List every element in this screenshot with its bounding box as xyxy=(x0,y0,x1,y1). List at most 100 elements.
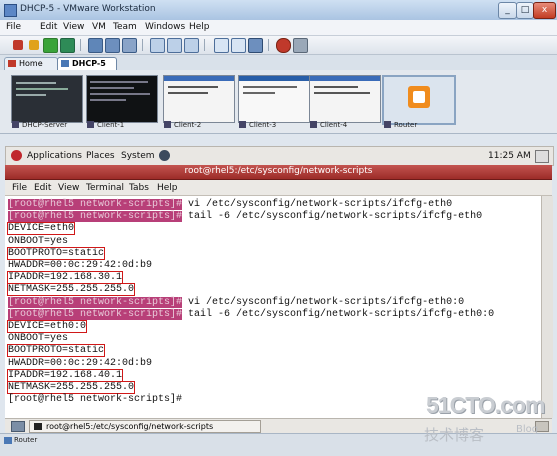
close-icon[interactable]: x xyxy=(533,2,556,19)
highlighted-config-value: BOOTPROTO=static xyxy=(6,344,106,358)
watermark-logo: 51CTO.com xyxy=(426,392,545,418)
terminal-line: [root@rhel5 network-scripts]# tail -6 /e… xyxy=(8,308,495,321)
manager-icon[interactable] xyxy=(122,38,137,53)
highlighted-config-value: DEVICE=eth0:0 xyxy=(6,320,88,333)
app-icon xyxy=(4,4,17,17)
quickswitch-icon[interactable] xyxy=(231,38,246,53)
terminal-menu-help[interactable]: Help xyxy=(157,183,178,193)
vm-mini-icon xyxy=(87,121,94,128)
terminal-menu-file[interactable]: File xyxy=(12,183,27,193)
sidebar-icon[interactable] xyxy=(150,38,165,53)
terminal-text: HWADDR=00:0c:29:42:0d:b9 xyxy=(8,260,153,271)
thumbnail-caption: DHCP-Server xyxy=(12,121,67,129)
terminal-line: DEVICE=eth0 xyxy=(6,222,76,236)
terminal-titlebar: root@rhel5:/etc/sysconfig/network-script… xyxy=(5,165,552,180)
toolbar-separator xyxy=(142,39,143,51)
terminal-line: ONBOOT=yes xyxy=(8,236,68,248)
maximize-icon[interactable]: □ xyxy=(516,2,534,19)
thumbnail-client-1[interactable] xyxy=(86,75,158,123)
terminal-command: vi /etc/sysconfig/network-scripts/ifcfg-… xyxy=(182,199,453,210)
highlighted-config-value: NETMASK=255.255.255.0 xyxy=(6,381,136,394)
terminal-line: BOOTPROTO=static xyxy=(6,344,106,358)
menu-vm[interactable]: VM xyxy=(92,22,106,32)
play-icon[interactable] xyxy=(43,38,58,53)
terminal-menu-view[interactable]: View xyxy=(58,183,79,193)
menu-team[interactable]: Team xyxy=(113,22,137,32)
stop-icon[interactable] xyxy=(13,40,23,50)
menu-system[interactable]: System xyxy=(121,151,155,161)
terminal-line: HWADDR=00:0c:29:42:0d:b9 xyxy=(8,260,152,272)
pause-icon[interactable] xyxy=(29,40,39,50)
show-desktop-icon[interactable] xyxy=(11,421,25,432)
terminal-command: tail -6 /etc/sysconfig/network-scripts/i… xyxy=(182,211,483,223)
terminal-prompt: [root@rhel5 network-scripts]# xyxy=(8,199,183,210)
menu-view[interactable]: View xyxy=(63,22,84,32)
terminal-line: IPADDR=192.168.40.1 xyxy=(6,368,124,382)
terminal-menu-edit[interactable]: Edit xyxy=(34,183,51,193)
watermark-subtitle: 技术博客 xyxy=(424,426,485,444)
thumbnail-router[interactable] xyxy=(382,75,456,125)
menu-applications[interactable]: Applications xyxy=(27,151,82,161)
network-icon[interactable] xyxy=(535,150,549,163)
terminal-output[interactable]: [root@rhel5 network-scripts]# vi /etc/sy… xyxy=(5,196,541,418)
vm-mini-icon xyxy=(239,121,246,128)
vm-tab-icon xyxy=(61,60,69,67)
terminal-command: vi /etc/sysconfig/network-scripts/ifcfg-… xyxy=(182,296,465,308)
revert-icon[interactable] xyxy=(105,38,120,53)
thumbnail-client-4[interactable] xyxy=(309,75,381,123)
highlighted-config-value: IPADDR=192.168.30.1 xyxy=(6,271,124,285)
clock[interactable]: 11:25 AM xyxy=(488,151,531,161)
menu-places[interactable]: Places xyxy=(86,151,115,161)
terminal-line: [root@rhel5 network-scripts]# xyxy=(8,394,182,406)
thumbnail-caption: Client-3 xyxy=(239,121,276,129)
unity-icon[interactable] xyxy=(248,38,263,53)
minimize-icon[interactable]: _ xyxy=(498,2,517,19)
terminal-text: ONBOOT=yes xyxy=(8,235,69,247)
gnome-top-panel: Applications Places System 11:25 AM xyxy=(5,146,554,166)
terminal-prompt: [root@rhel5 network-scripts]# xyxy=(8,308,183,320)
terminal-line: [root@rhel5 network-scripts]# tail -6 /e… xyxy=(8,211,482,223)
terminal-menubar: File Edit View Terminal Tabs Help xyxy=(5,180,552,196)
terminal-prompt: [root@rhel5 network-scripts]# xyxy=(8,211,183,223)
prefs-icon[interactable] xyxy=(293,38,308,53)
thumbnail-caption: Client-4 xyxy=(310,121,347,129)
tab-label: Home xyxy=(19,59,43,68)
thumbnail-dhcp-server[interactable] xyxy=(11,75,83,123)
window-title: DHCP-5 - VMware Workstation xyxy=(20,4,156,14)
thumbnail-client-2[interactable] xyxy=(163,75,235,123)
menu-help[interactable]: Help xyxy=(189,22,210,32)
tab-home[interactable]: Home xyxy=(4,57,58,70)
vm-mini-icon xyxy=(12,121,19,128)
terminal-line: NETMASK=255.255.255.0 xyxy=(6,381,136,394)
menu-edit[interactable]: Edit xyxy=(40,22,57,32)
terminal-text: ONBOOT=yes xyxy=(8,333,69,345)
terminal-menu-terminal[interactable]: Terminal xyxy=(86,183,124,193)
taskbar-item-terminal[interactable]: root@rhel5:/etc/sysconfig/network-script… xyxy=(29,420,261,433)
terminal-line: IPADDR=192.168.30.1 xyxy=(6,271,124,285)
terminal-menu-tabs[interactable]: Tabs xyxy=(129,183,149,193)
vmware-menubar: File Edit View VM Team Windows Help xyxy=(0,20,557,36)
toolbar-separator xyxy=(268,39,269,51)
tabs-icon[interactable] xyxy=(184,38,199,53)
vmware-titlebar: DHCP-5 - VMware Workstation _ □ x xyxy=(0,0,557,21)
record-icon[interactable] xyxy=(276,38,291,53)
menu-file[interactable]: File xyxy=(6,22,21,32)
reset-icon[interactable] xyxy=(60,38,75,53)
terminal-icon xyxy=(34,423,42,430)
terminal-line: DEVICE=eth0:0 xyxy=(6,320,88,333)
tab-dhcp-5[interactable]: DHCP-5 xyxy=(57,57,117,70)
vm-thumbnail-bar: DHCP-Server Client-1 Client-2 Client-3 C… xyxy=(0,70,557,134)
terminal-text: HWADDR=00:0c:29:42:0d:b9 xyxy=(8,357,153,369)
highlighted-config-value: NETMASK=255.255.255.0 xyxy=(6,283,136,297)
menu-windows[interactable]: Windows xyxy=(145,22,185,32)
thumbnail-client-3[interactable] xyxy=(238,75,310,123)
redhat-icon xyxy=(11,150,22,161)
home-icon xyxy=(8,60,16,67)
web-browser-icon[interactable] xyxy=(159,150,170,161)
highlighted-config-value: IPADDR=192.168.40.1 xyxy=(6,368,124,382)
console-icon[interactable] xyxy=(167,38,182,53)
terminal-command: tail -6 /etc/sysconfig/network-scripts/i… xyxy=(182,308,495,320)
snapshot-icon[interactable] xyxy=(88,38,103,53)
fullscreen-icon[interactable] xyxy=(214,38,229,53)
terminal-scrollbar[interactable] xyxy=(541,196,553,418)
